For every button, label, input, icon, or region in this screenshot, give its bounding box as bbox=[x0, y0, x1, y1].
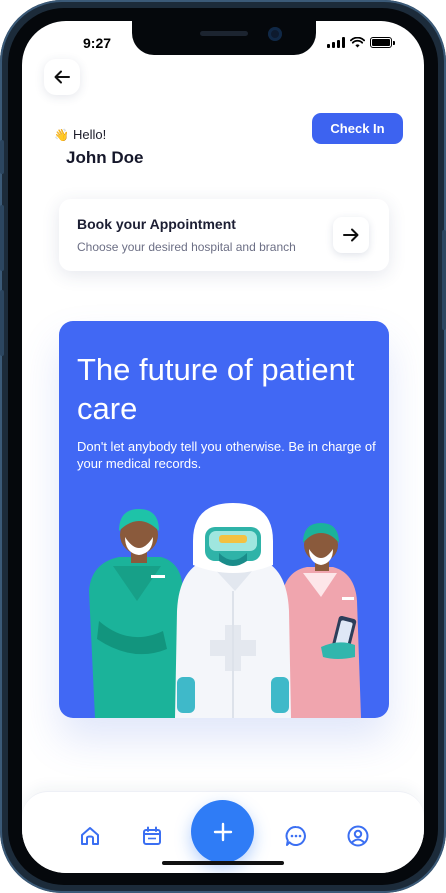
status-icons bbox=[327, 37, 395, 48]
home-indicator bbox=[162, 861, 284, 865]
nav-chat[interactable] bbox=[284, 824, 308, 848]
nurse-green-figure bbox=[89, 509, 183, 718]
status-time: 9:27 bbox=[83, 35, 112, 51]
appointment-go-button[interactable] bbox=[333, 217, 369, 253]
add-button[interactable] bbox=[191, 800, 254, 863]
greeting-text: Hello! bbox=[72, 127, 107, 142]
volume-down-button bbox=[0, 290, 4, 356]
app-screen: 9:27 👋 Hello! John Doe Check In Book you bbox=[22, 21, 424, 873]
calendar-icon bbox=[143, 826, 161, 845]
promo-subtitle: Don't let anybody tell you otherwise. Be… bbox=[77, 439, 376, 471]
wave-icon: 👋 bbox=[54, 127, 69, 142]
nav-home[interactable] bbox=[78, 824, 102, 848]
greeting: 👋 Hello! bbox=[54, 127, 106, 142]
hazmat-doctor-figure bbox=[175, 503, 291, 718]
add-icon bbox=[213, 822, 232, 841]
wifi-icon bbox=[350, 37, 365, 48]
nav-profile[interactable] bbox=[346, 824, 370, 848]
promo-banner: The future of patient care Don't let any… bbox=[59, 321, 389, 718]
user-name: John Doe bbox=[66, 148, 144, 167]
signal-icon bbox=[327, 37, 345, 48]
nav-calendar[interactable] bbox=[140, 824, 164, 848]
nurse-pink-figure bbox=[281, 523, 361, 718]
medical-staff-illustration bbox=[89, 503, 361, 718]
promo-title: The future of patient care bbox=[77, 352, 355, 426]
book-appointment-card[interactable]: Book your Appointment Choose your desire… bbox=[59, 199, 389, 271]
back-button[interactable] bbox=[44, 59, 80, 95]
volume-up-button bbox=[0, 205, 4, 271]
speaker bbox=[200, 31, 248, 36]
profile-icon bbox=[347, 825, 369, 847]
appointment-subtitle: Choose your desired hospital and branch bbox=[77, 240, 296, 254]
appointment-title: Book your Appointment bbox=[77, 216, 236, 232]
phone-frame: 9:27 👋 Hello! John Doe Check In Book you bbox=[0, 0, 446, 893]
check-in-button[interactable]: Check In bbox=[312, 113, 403, 144]
arrow-right-icon bbox=[343, 228, 359, 242]
silent-switch bbox=[0, 140, 4, 174]
power-button bbox=[442, 230, 446, 330]
arrow-left-icon bbox=[54, 70, 70, 84]
notch bbox=[132, 21, 316, 55]
chat-icon bbox=[285, 826, 306, 846]
front-camera bbox=[268, 27, 282, 41]
home-icon bbox=[81, 827, 99, 845]
battery-icon bbox=[370, 37, 395, 48]
